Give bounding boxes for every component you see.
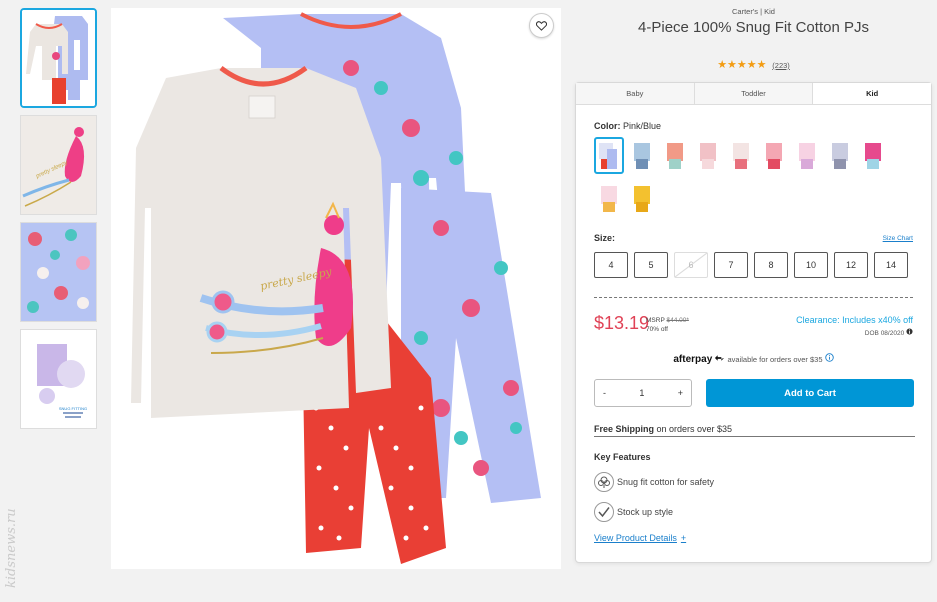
feature-item-2: Stock up style	[594, 502, 673, 522]
quantity-stepper: - 1 +	[594, 379, 692, 407]
shipping-bold: Free Shipping	[594, 424, 655, 434]
size-option-5[interactable]: 5	[634, 252, 668, 278]
details-plus-icon: +	[680, 533, 687, 543]
color-value: Pink/Blue	[623, 121, 662, 131]
swatch-5[interactable]	[726, 137, 756, 174]
swatch-10[interactable]	[594, 180, 624, 217]
size-option-7[interactable]: 7	[714, 252, 748, 278]
purchase-panel: Baby Toddler Kid Color: Pink/Blue Size: …	[575, 82, 932, 563]
thumbnail-4[interactable]: SNUG FITTING	[20, 329, 97, 429]
swatch-1[interactable]	[594, 137, 624, 174]
percent-off: 70% off	[646, 326, 668, 333]
main-product-image[interactable]: pretty sleepy	[111, 8, 561, 569]
dob-text: DOB 08/2020	[865, 328, 913, 337]
swatch-2[interactable]	[627, 137, 657, 174]
size-option-8[interactable]: 8	[754, 252, 788, 278]
checkmark-icon	[594, 502, 614, 522]
tab-kid[interactable]: Kid	[813, 83, 932, 104]
afterpay-info-icon[interactable]	[824, 353, 834, 362]
add-to-cart-button[interactable]: Add to Cart	[706, 379, 914, 407]
size-option-4[interactable]: 4	[594, 252, 628, 278]
afterpay-arrows-icon	[715, 355, 725, 361]
swatch-7[interactable]	[792, 137, 822, 174]
afterpay-logo: afterpay	[673, 354, 713, 365]
feature-item-1: Snug fit cotton for safety	[594, 472, 714, 492]
thumbnail-4-caption: SNUG FITTING	[59, 406, 87, 411]
heart-icon	[536, 20, 547, 31]
quantity-decrease-button[interactable]: -	[603, 388, 606, 398]
star-rating-icon: ★★★★★	[717, 59, 767, 71]
shipping-info: Free Shipping on orders over $35	[594, 424, 915, 437]
quantity-increase-button[interactable]: +	[678, 388, 683, 398]
info-icon[interactable]	[906, 328, 913, 335]
watermark-text: kidsnews.ru	[4, 508, 19, 588]
shipping-rest: on orders over $35	[654, 424, 733, 434]
size-options: 4 5 6 7 8 10 12 14	[594, 252, 908, 278]
product-page: pretty sleepy SNUG FITTING pretty sleepy…	[0, 0, 937, 602]
thumbnail-3[interactable]	[20, 222, 97, 322]
pajama-illustration: pretty sleepy	[131, 12, 541, 564]
size-option-10[interactable]: 10	[794, 252, 828, 278]
dob-value: DOB 08/2020	[864, 330, 905, 337]
size-option-14[interactable]: 14	[874, 252, 908, 278]
sale-price: $13.19	[594, 313, 650, 333]
feature-text-1: Snug fit cotton for safety	[617, 477, 715, 487]
clearance-text: Clearance: Includes x40% off	[796, 315, 913, 325]
feature-text-2: Stock up style	[617, 507, 674, 517]
review-count-link[interactable]: (223)	[772, 61, 790, 70]
color-swatches	[594, 137, 914, 217]
color-label-row: Color: Pink/Blue	[594, 121, 661, 131]
size-chart-link[interactable]: Size Chart	[883, 235, 913, 242]
thumbnail-1[interactable]	[20, 8, 97, 108]
favorite-button[interactable]	[529, 13, 554, 38]
key-features-heading: Key Features	[594, 452, 651, 462]
cotton-icon	[594, 472, 614, 492]
rating[interactable]: ★★★★★ (223)	[575, 58, 932, 71]
msrp-block: MSRP $44.00* 70% off	[646, 316, 689, 334]
size-label: Size:	[594, 233, 616, 243]
product-title: 4-Piece 100% Snug Fit Cotton PJs	[638, 19, 869, 36]
age-tabs: Baby Toddler Kid	[576, 83, 932, 105]
size-option-12[interactable]: 12	[834, 252, 868, 278]
tab-toddler[interactable]: Toddler	[694, 83, 814, 104]
thumbnail-strip: pretty sleepy SNUG FITTING	[20, 8, 97, 436]
quantity-value[interactable]: 1	[639, 388, 644, 398]
details-link-text[interactable]: View Product Details	[594, 533, 677, 543]
swatch-4[interactable]	[693, 137, 723, 174]
divider	[594, 297, 913, 298]
color-label: Color:	[594, 121, 621, 131]
view-product-details-link[interactable]: View Product Details +	[594, 533, 686, 543]
tab-baby[interactable]: Baby	[576, 83, 695, 104]
swatch-3[interactable]	[660, 137, 690, 174]
msrp-value: $44.00*	[666, 317, 689, 324]
swatch-8[interactable]	[825, 137, 855, 174]
swatch-11[interactable]	[627, 180, 657, 217]
swatch-6[interactable]	[759, 137, 789, 174]
swatch-9[interactable]	[858, 137, 888, 174]
size-option-6[interactable]: 6	[674, 252, 708, 278]
thumbnail-2[interactable]: pretty sleepy	[20, 115, 97, 215]
msrp-label: MSRP	[646, 317, 665, 324]
afterpay-row: afterpay available for orders over $35	[576, 353, 931, 365]
brand-breadcrumb[interactable]: Carter's | Kid	[575, 7, 932, 16]
afterpay-text: available for orders over $35	[727, 355, 823, 364]
